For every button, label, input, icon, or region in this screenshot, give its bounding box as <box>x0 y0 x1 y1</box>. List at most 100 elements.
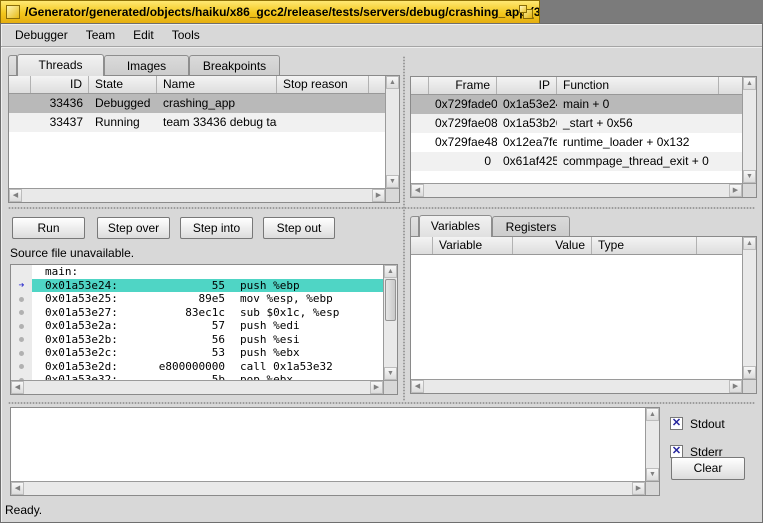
scrollbar-thumb[interactable] <box>385 279 396 321</box>
threads-col-state[interactable]: State <box>89 76 157 93</box>
thread-row[interactable]: 33436 Debugged crashing_app <box>9 94 385 113</box>
scroll-up-icon[interactable]: ▲ <box>646 408 659 421</box>
variables-col-spacer <box>411 237 433 254</box>
disasm-hscrollbar[interactable]: ◀ ▶ <box>11 380 383 394</box>
console-vscrollbar[interactable]: ▲ ▼ <box>645 408 659 481</box>
scroll-right-icon[interactable]: ▶ <box>372 189 385 202</box>
frame-row[interactable]: 0 0x61af4258 commpage_thread_exit + 0 <box>411 152 742 171</box>
disassembly-line[interactable]: 0x01a53e27: 83ec1c sub $0x1c, %esp <box>11 305 383 319</box>
scroll-right-icon[interactable]: ▶ <box>632 482 645 495</box>
disassembly-line[interactable]: 0x01a53e2b: 56 push %esi <box>11 332 383 346</box>
disasm-line-content: 0x01a53e2d: e800000000 call 0x1a53e32 <box>32 360 383 374</box>
disassembly-view[interactable]: main: ➔ 0x01a53e24: 55 push %ebp 0x01a53e25: 8… <box>11 265 383 380</box>
scroll-right-icon[interactable]: ▶ <box>729 380 742 393</box>
check-x-icon: ✕ <box>671 445 682 457</box>
scroll-down-icon[interactable]: ▼ <box>386 175 399 188</box>
tab-images[interactable]: Images <box>104 55 189 76</box>
disassembly-line[interactable]: 0x01a53e2d: e800000000 call 0x1a53e32 <box>11 359 383 374</box>
threads-col-id[interactable]: ID <box>31 76 89 93</box>
disasm-vscrollbar[interactable]: ▲ ▼ <box>383 265 397 380</box>
tab-breakpoints[interactable]: Breakpoints <box>189 55 280 76</box>
run-button[interactable]: Run <box>12 217 85 239</box>
scroll-up-icon[interactable]: ▲ <box>386 76 399 89</box>
scroll-up-icon[interactable]: ▲ <box>743 77 756 90</box>
step-out-button[interactable]: Step out <box>263 217 335 239</box>
menu-debugger[interactable]: Debugger <box>6 24 77 46</box>
scroll-down-icon[interactable]: ▼ <box>743 366 756 379</box>
tabview-stub <box>8 55 17 76</box>
frames-col-function[interactable]: Function <box>557 77 719 94</box>
step-into-button[interactable]: Step into <box>180 217 253 239</box>
threads-col-filler <box>369 76 385 93</box>
disasm-gutter <box>11 265 32 279</box>
disassembly-line[interactable]: ➔ 0x01a53e24: 55 push %ebp <box>11 278 383 292</box>
tab-registers[interactable]: Registers <box>492 216 570 237</box>
zoom-icon[interactable] <box>519 5 533 19</box>
scroll-up-icon[interactable]: ▲ <box>384 265 397 278</box>
variables-col-value[interactable]: Value <box>513 237 592 254</box>
disasm-gutter <box>11 373 32 380</box>
scroll-left-icon[interactable]: ◀ <box>11 482 24 495</box>
title-bar[interactable]: /Generator/generated/objects/haiku/x86_g… <box>0 0 540 23</box>
breakpoint-dot-icon[interactable] <box>19 310 24 315</box>
breakpoint-dot-icon[interactable] <box>19 296 24 302</box>
menu-tools[interactable]: Tools <box>163 24 209 46</box>
variables-col-type[interactable]: Type <box>592 237 697 254</box>
frame-row[interactable]: 0x729fae08 0x1a53b26 _start + 0x56 <box>411 114 742 133</box>
frame-cell-spacer <box>411 114 429 133</box>
threads-hscrollbar[interactable]: ◀ ▶ <box>9 188 385 202</box>
disasm-address: 0x01a53e32: <box>45 373 118 380</box>
breakpoint-dot-icon[interactable] <box>19 364 24 369</box>
scroll-left-icon[interactable]: ◀ <box>9 189 22 202</box>
stdout-checkbox[interactable]: ✕ <box>670 417 683 430</box>
splitter-horizontal-top[interactable] <box>8 206 755 210</box>
tab-variables[interactable]: Variables <box>419 215 492 237</box>
menu-edit[interactable]: Edit <box>124 24 163 46</box>
scroll-down-icon[interactable]: ▼ <box>646 468 659 481</box>
breakpoint-dot-icon[interactable] <box>19 323 24 329</box>
frame-row[interactable]: 0x729fade0 0x1a53e24 main + 0 <box>411 95 742 114</box>
scroll-right-icon[interactable]: ▶ <box>370 381 383 394</box>
clear-button[interactable]: Clear <box>671 457 745 480</box>
disasm-instruction: push %ebx <box>240 346 300 359</box>
menu-team[interactable]: Team <box>77 24 124 46</box>
frames-col-ip[interactable]: IP <box>497 77 557 94</box>
frames-col-frame[interactable]: Frame <box>429 77 497 94</box>
stdout-label: Stdout <box>690 417 725 431</box>
variables-hscrollbar[interactable]: ◀ ▶ <box>411 379 742 393</box>
scroll-left-icon[interactable]: ◀ <box>411 380 424 393</box>
threads-vscrollbar[interactable]: ▲ ▼ <box>385 76 399 188</box>
scroll-up-icon[interactable]: ▲ <box>743 237 756 250</box>
disassembly-line[interactable]: 0x01a53e2a: 57 push %edi <box>11 319 383 333</box>
console-output[interactable] <box>11 408 645 481</box>
variables-col-variable[interactable]: Variable <box>433 237 513 254</box>
tab-threads[interactable]: Threads <box>17 54 104 76</box>
disassembly-line[interactable]: 0x01a53e25: 89e5 mov %esp, %ebp <box>11 292 383 306</box>
frames-hscrollbar[interactable]: ◀ ▶ <box>411 183 742 197</box>
step-over-button[interactable]: Step over <box>97 217 170 239</box>
splitter-vertical[interactable] <box>402 56 406 401</box>
thread-row[interactable]: 33437 Running team 33436 debug task <box>9 113 385 132</box>
thread-cell-spacer <box>9 94 31 113</box>
frames-vscrollbar[interactable]: ▲ ▼ <box>742 77 756 183</box>
splitter-horizontal-bottom[interactable] <box>8 401 755 405</box>
variables-vscrollbar[interactable]: ▲ ▼ <box>742 237 756 379</box>
close-icon[interactable] <box>6 5 20 19</box>
thread-cell-state: Debugged <box>95 96 151 110</box>
threads-col-name[interactable]: Name <box>157 76 277 93</box>
scroll-left-icon[interactable]: ◀ <box>411 184 424 197</box>
scroll-right-icon[interactable]: ▶ <box>729 184 742 197</box>
console-hscrollbar[interactable]: ◀ ▶ <box>11 481 645 495</box>
scroll-down-icon[interactable]: ▼ <box>743 170 756 183</box>
disasm-instruction: pop %ebx <box>240 373 293 380</box>
frame-row[interactable]: 0x729fae48 0x12ea7fe runtime_loader + 0x13… <box>411 133 742 152</box>
breakpoint-dot-icon[interactable] <box>19 337 24 342</box>
threads-col-stop-reason[interactable]: Stop reason <box>277 76 369 93</box>
scroll-down-icon[interactable]: ▼ <box>384 367 397 380</box>
disassembly-line[interactable]: 0x01a53e2c: 53 push %ebx <box>11 346 383 360</box>
breakpoint-dot-icon[interactable] <box>19 350 24 356</box>
frame-cell-function: commpage_thread_exit + 0 <box>563 154 709 168</box>
disassembly-line[interactable]: main: <box>11 265 383 279</box>
disassembly-line[interactable]: 0x01a53e32: 5b pop %ebx <box>11 373 383 380</box>
scroll-left-icon[interactable]: ◀ <box>11 381 24 394</box>
